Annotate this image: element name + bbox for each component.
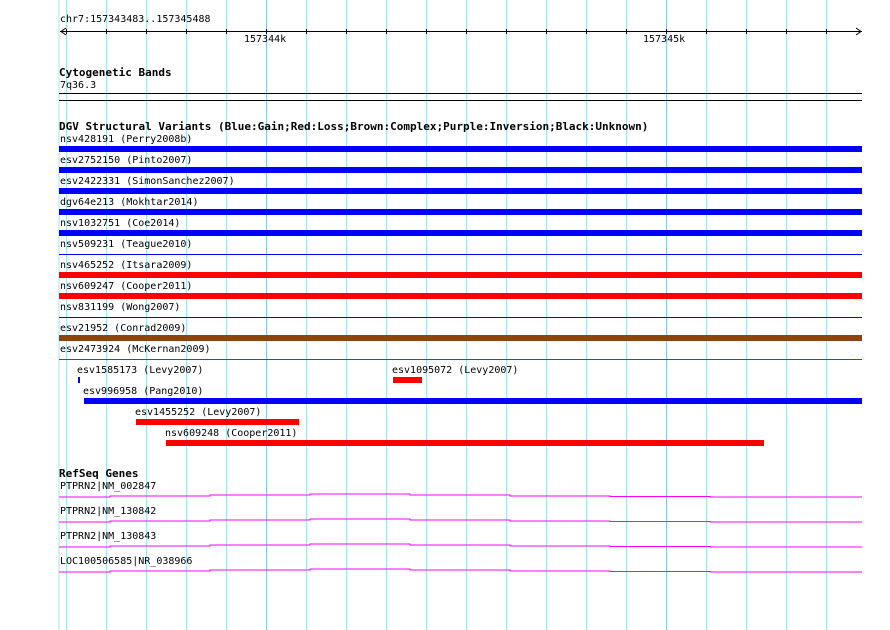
gene-label[interactable]: PTPRN2|NM_130843 [60, 531, 156, 543]
variant-label[interactable]: esv996958 (Pang2010) [83, 386, 203, 398]
ruler-tick-label: 157344k [244, 34, 287, 45]
gene-model [59, 493, 862, 498]
variant-bar[interactable] [136, 419, 299, 425]
variant-bar[interactable] [59, 188, 862, 194]
variant-bar[interactable] [59, 230, 862, 236]
cytoband-track-title: Cytogenetic Bands [59, 66, 172, 79]
variant-bar[interactable] [78, 377, 80, 383]
ruler-range-label: chr7:157343483..157345488 [60, 14, 211, 25]
variant-bar[interactable] [59, 293, 862, 299]
gene-model [59, 568, 862, 573]
variant-bar[interactable] [84, 398, 862, 404]
variant-label[interactable]: esv2473924 (McKernan2009) [60, 344, 211, 356]
variant-label[interactable]: nsv465252 (Itsara2009) [60, 260, 192, 272]
variant-bar[interactable] [59, 146, 862, 152]
variant-bar[interactable] [59, 317, 862, 318]
gene-label[interactable]: PTPRN2|NM_130842 [60, 506, 156, 518]
gene-model [59, 543, 862, 548]
variant-label[interactable]: esv1095072 (Levy2007) [392, 365, 518, 377]
variant-label[interactable]: nsv509231 (Teague2010) [60, 239, 192, 251]
variant-label[interactable]: nsv428191 (Perry2008b) [60, 134, 192, 146]
variant-bar[interactable] [166, 440, 764, 446]
variant-bar[interactable] [59, 335, 862, 341]
variant-label[interactable]: nsv1032751 (Coe2014) [60, 218, 180, 230]
dgv-track-title: DGV Structural Variants (Blue:Gain;Red:L… [59, 120, 649, 133]
variant-bar[interactable] [59, 272, 862, 278]
variant-label[interactable]: nsv609247 (Cooper2011) [60, 281, 192, 293]
variant-bar[interactable] [59, 254, 862, 255]
variant-label[interactable]: nsv831199 (Wong2007) [60, 302, 180, 314]
variant-label[interactable]: esv21952 (Conrad2009) [60, 323, 186, 335]
cytoband-label: 7q36.3 [60, 80, 97, 91]
gene-label[interactable]: LOC100506585|NR_038966 [60, 556, 192, 568]
variant-label[interactable]: esv2752150 (Pinto2007) [60, 155, 192, 167]
variant-bar[interactable] [59, 359, 862, 360]
variant-label[interactable]: esv1585173 (Levy2007) [77, 365, 203, 377]
variant-label[interactable]: esv2422331 (SimonSanchez2007) [60, 176, 235, 188]
ruler-tick-label: 157345k [643, 34, 686, 45]
gene-model [59, 518, 862, 523]
gene-label[interactable]: PTPRN2|NM_002847 [60, 481, 156, 493]
variant-label[interactable]: esv1455252 (Levy2007) [135, 407, 261, 419]
variant-bar[interactable] [393, 377, 422, 383]
refseq-track-title: RefSeq Genes [59, 467, 139, 480]
variant-label[interactable]: nsv609248 (Cooper2011) [165, 428, 297, 440]
variant-label[interactable]: dgv64e213 (Mokhtar2014) [60, 197, 198, 209]
variant-bar[interactable] [59, 209, 862, 215]
variant-bar[interactable] [59, 167, 862, 173]
